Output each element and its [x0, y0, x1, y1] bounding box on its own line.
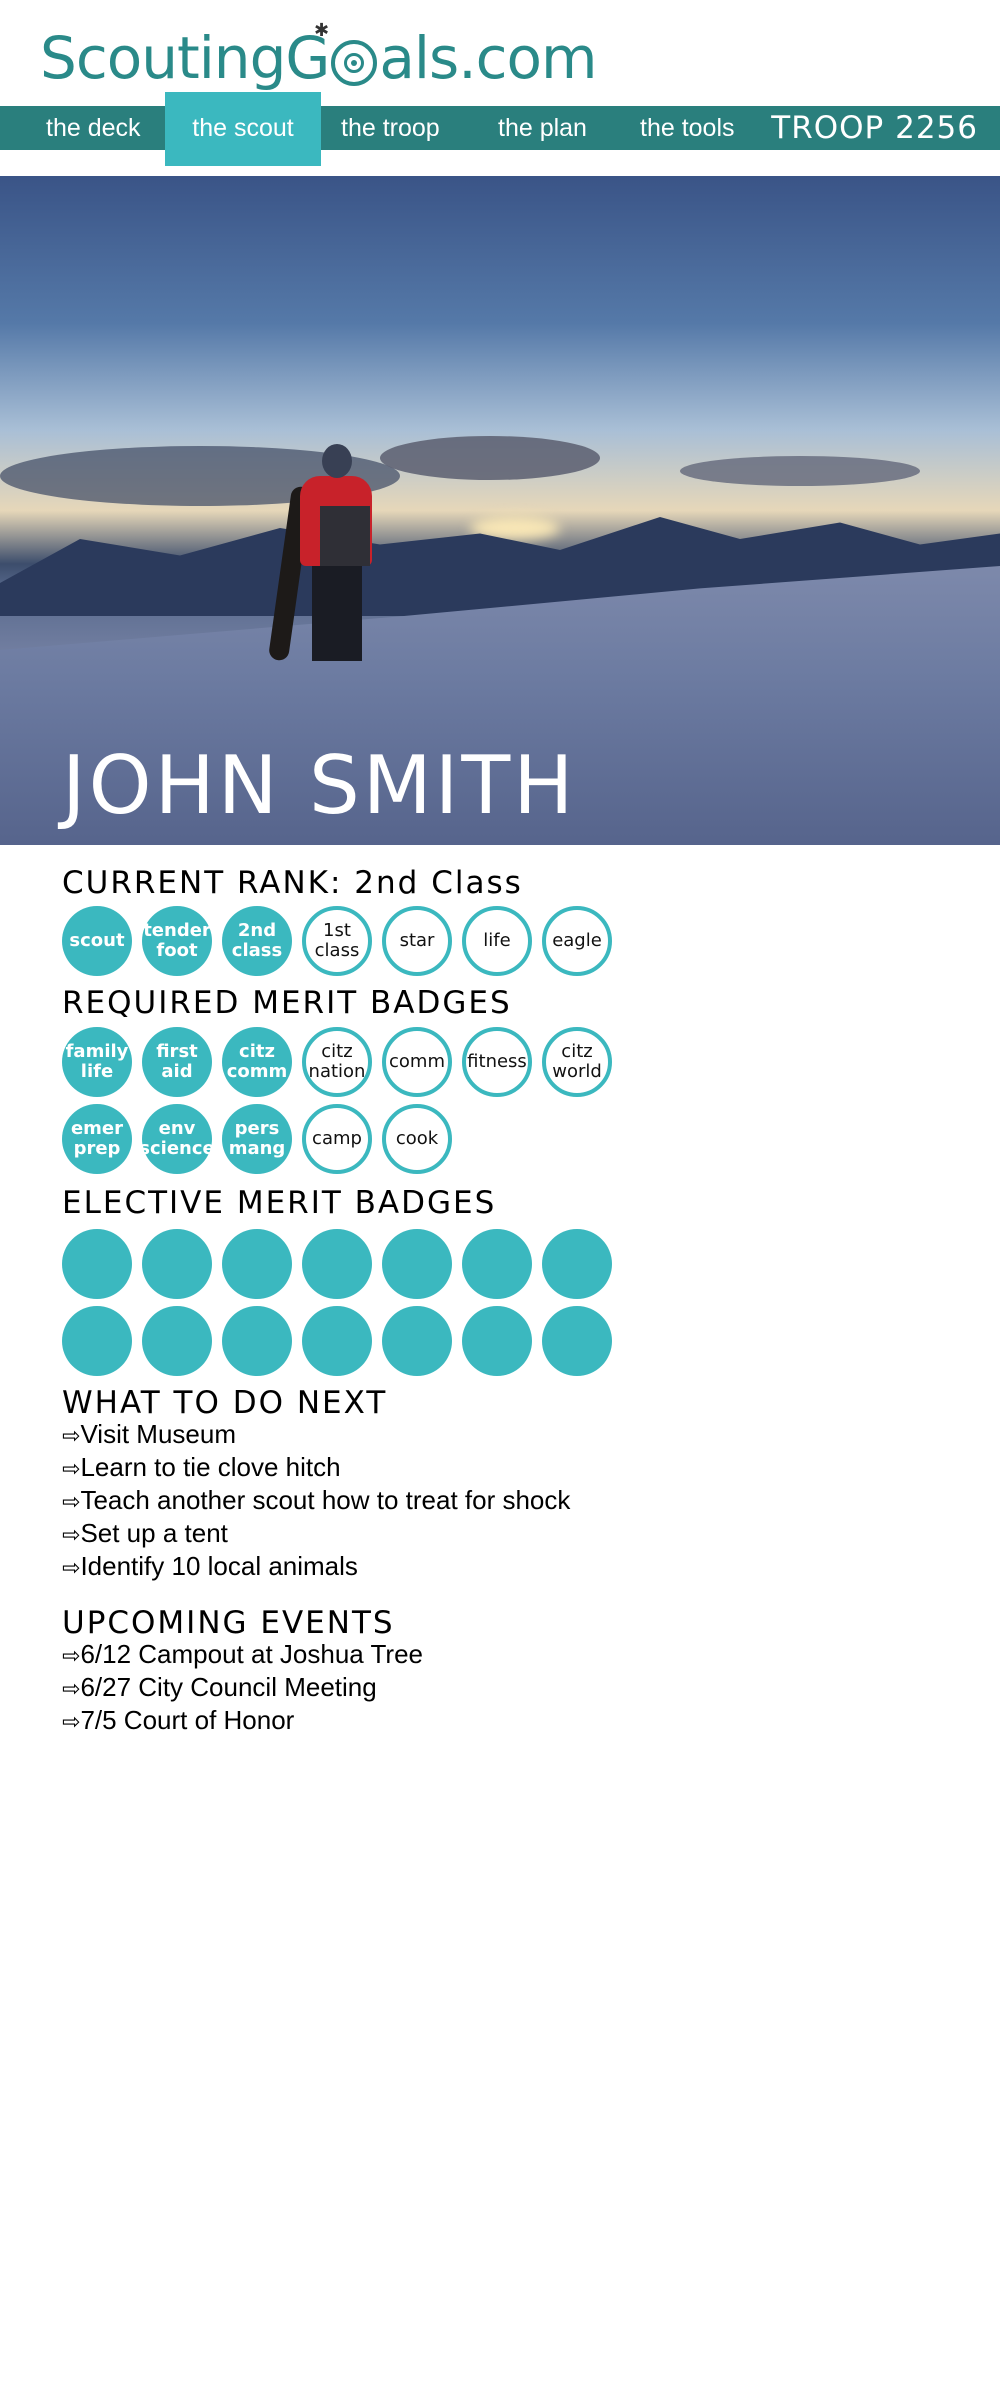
rank-badge-1st-class[interactable]: 1st class: [302, 906, 372, 976]
nav-item-the-deck[interactable]: the deck: [46, 106, 141, 150]
arrow-right-icon: ⇨: [62, 1556, 81, 1581]
event-item[interactable]: ⇨7/5 Court of Honor: [62, 1705, 423, 1738]
elective-badges-title: ELECTIVE MERIT BADGES: [62, 1185, 497, 1221]
elective-badge-slot[interactable]: [462, 1306, 532, 1376]
event-text: 6/12 Campout at Joshua Tree: [80, 1639, 423, 1669]
logo-text-start: ScoutingG: [40, 24, 330, 92]
elective-badge-slot[interactable]: [142, 1229, 212, 1299]
rank-badge-scout[interactable]: scout: [62, 906, 132, 976]
elective-badge-slot[interactable]: [302, 1306, 372, 1376]
nav-item-the-plan[interactable]: the plan: [498, 106, 587, 150]
merit-badge-citz-comm[interactable]: citz comm: [222, 1027, 292, 1097]
arrow-right-icon: ⇨: [62, 1644, 81, 1669]
next-step-item[interactable]: ⇨Learn to tie clove hitch: [62, 1452, 570, 1485]
elective-badge-slot[interactable]: [302, 1229, 372, 1299]
merit-badge-cook[interactable]: cook: [382, 1104, 452, 1174]
nav-item-the-troop[interactable]: the troop: [341, 106, 440, 150]
scout-emblem-icon: ✱: [314, 20, 329, 41]
merit-badge-fitness[interactable]: fitness: [462, 1027, 532, 1097]
elective-badge-slot[interactable]: [62, 1229, 132, 1299]
arrow-right-icon: ⇨: [62, 1490, 81, 1515]
rank-badge-eagle[interactable]: eagle: [542, 906, 612, 976]
rank-badge-tenderfoot[interactable]: tender foot: [142, 906, 212, 976]
next-step-item[interactable]: ⇨Identify 10 local animals: [62, 1551, 570, 1584]
elective-badge-slot[interactable]: [382, 1306, 452, 1376]
merit-badge-first-aid[interactable]: first aid: [142, 1027, 212, 1097]
next-step-text: Teach another scout how to treat for sho…: [80, 1485, 571, 1515]
next-step-text: Set up a tent: [80, 1518, 228, 1548]
arrow-right-icon: ⇨: [62, 1677, 81, 1702]
site-logo[interactable]: ScoutingG als.com ✱: [40, 18, 598, 98]
logo-text-end: als.com: [379, 24, 597, 92]
elective-badge-slot[interactable]: [222, 1229, 292, 1299]
rank-badge-2nd-class[interactable]: 2nd class: [222, 906, 292, 976]
main-nav: the deck the scout the troop the plan th…: [0, 92, 1000, 166]
arrow-right-icon: ⇨: [62, 1710, 81, 1735]
current-rank-title: CURRENT RANK: 2nd Class: [62, 865, 523, 901]
required-badges-title: REQUIRED MERIT BADGES: [62, 985, 512, 1021]
arrow-right-icon: ⇨: [62, 1523, 81, 1548]
arrow-right-icon: ⇨: [62, 1457, 81, 1482]
next-step-text: Visit Museum: [80, 1419, 237, 1449]
troop-label: TROOP 2256: [771, 110, 978, 146]
rank-badge-life[interactable]: life: [462, 906, 532, 976]
merit-badge-comm[interactable]: comm: [382, 1027, 452, 1097]
next-step-item[interactable]: ⇨Visit Museum: [62, 1419, 570, 1452]
elective-badge-slot[interactable]: [462, 1229, 532, 1299]
elective-badge-slot[interactable]: [542, 1306, 612, 1376]
next-step-item[interactable]: ⇨Set up a tent: [62, 1518, 570, 1551]
merit-badge-emer-prep[interactable]: emer prep: [62, 1104, 132, 1174]
event-item[interactable]: ⇨6/27 City Council Meeting: [62, 1672, 423, 1705]
scout-name: JOHN SMITH: [62, 739, 577, 832]
arrow-right-icon: ⇨: [62, 1424, 81, 1449]
target-icon: [331, 40, 378, 86]
merit-badge-citz-nation[interactable]: citz nation: [302, 1027, 372, 1097]
next-step-text: Identify 10 local animals: [80, 1551, 358, 1581]
rank-badge-star[interactable]: star: [382, 906, 452, 976]
next-step-text: Learn to tie clove hitch: [80, 1452, 341, 1482]
elective-badge-slot[interactable]: [222, 1306, 292, 1376]
elective-badge-slot[interactable]: [142, 1306, 212, 1376]
merit-badge-pers-mang[interactable]: pers mang: [222, 1104, 292, 1174]
event-text: 6/27 City Council Meeting: [80, 1672, 377, 1702]
nav-item-the-tools[interactable]: the tools: [640, 106, 735, 150]
upcoming-events-list: ⇨6/12 Campout at Joshua Tree ⇨6/27 City …: [62, 1639, 423, 1738]
merit-badge-citz-world[interactable]: citz world: [542, 1027, 612, 1097]
elective-badge-slot[interactable]: [62, 1306, 132, 1376]
merit-badge-camp[interactable]: camp: [302, 1104, 372, 1174]
next-steps-list: ⇨Visit Museum ⇨Learn to tie clove hitch …: [62, 1419, 570, 1584]
nav-item-the-scout[interactable]: the scout: [165, 92, 321, 166]
merit-badge-env-science[interactable]: env science: [139, 1104, 215, 1174]
upcoming-events-title: UPCOMING EVENTS: [62, 1605, 395, 1641]
event-text: 7/5 Court of Honor: [80, 1705, 295, 1735]
next-steps-title: WHAT TO DO NEXT: [62, 1385, 388, 1421]
elective-badge-slot[interactable]: [542, 1229, 612, 1299]
next-step-item[interactable]: ⇨Teach another scout how to treat for sh…: [62, 1485, 570, 1518]
hero-image: JOHN SMITH: [0, 176, 1000, 845]
elective-badge-slot[interactable]: [382, 1229, 452, 1299]
event-item[interactable]: ⇨6/12 Campout at Joshua Tree: [62, 1639, 423, 1672]
merit-badge-family-life[interactable]: family life: [62, 1027, 132, 1097]
